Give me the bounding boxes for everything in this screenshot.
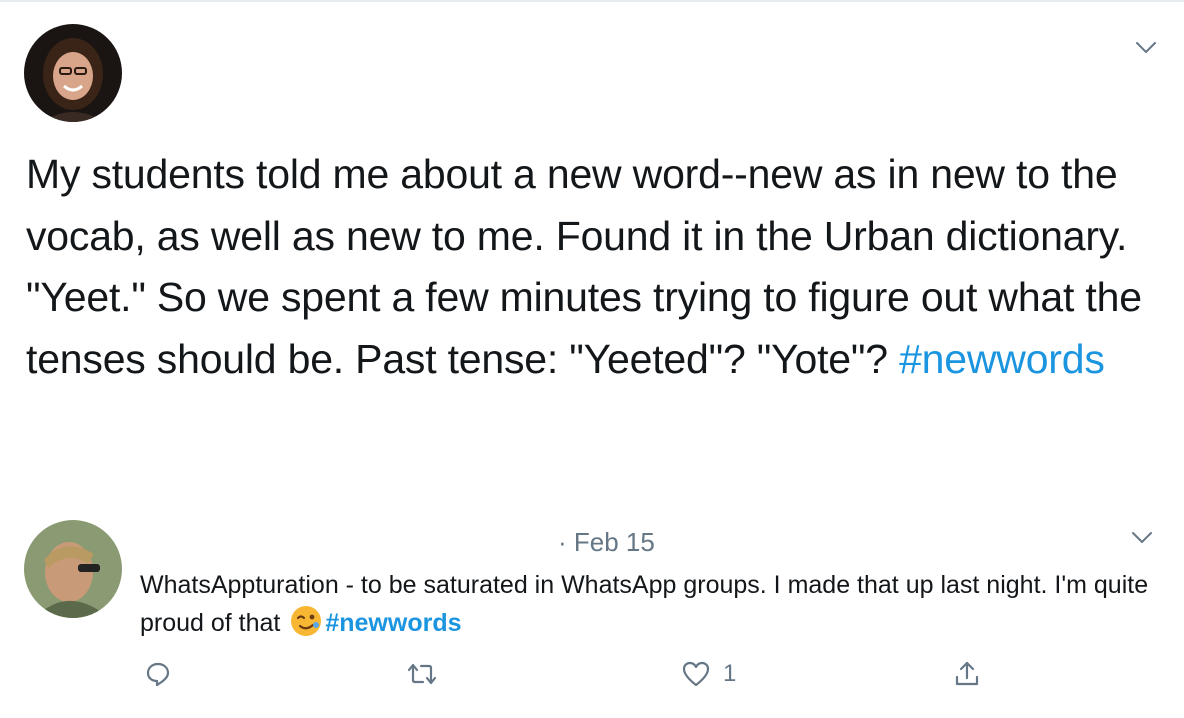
main-tweet-chevron-down-icon[interactable] [1132, 38, 1160, 58]
reply-bubble-icon [146, 662, 170, 687]
share-icon [955, 661, 979, 686]
top-divider [0, 0, 1184, 2]
reply-avatar[interactable] [24, 520, 122, 618]
winking-face-emoji-icon [289, 604, 323, 638]
share-button[interactable] [953, 660, 981, 688]
retweet-button[interactable] [406, 660, 438, 688]
retweet-icon [407, 663, 437, 685]
reply-text: WhatsAppturation - to be saturated in Wh… [140, 566, 1150, 642]
reply-button[interactable] [144, 660, 172, 688]
reply-timestamp[interactable]: · Feb 15 [558, 527, 655, 558]
like-button[interactable]: 1 [681, 660, 736, 688]
main-tweet-text: My students told me about a new word--ne… [26, 144, 1146, 390]
reply-hashtag-link[interactable]: #newwords [325, 609, 461, 637]
reply-action-bar: 1 [0, 660, 1184, 700]
like-count: 1 [723, 660, 737, 687]
main-tweet-hashtag-link[interactable]: #newwords [899, 336, 1105, 382]
main-tweet-avatar[interactable] [24, 24, 122, 122]
heart-icon [682, 661, 710, 687]
reply-chevron-down-icon[interactable] [1128, 528, 1156, 548]
